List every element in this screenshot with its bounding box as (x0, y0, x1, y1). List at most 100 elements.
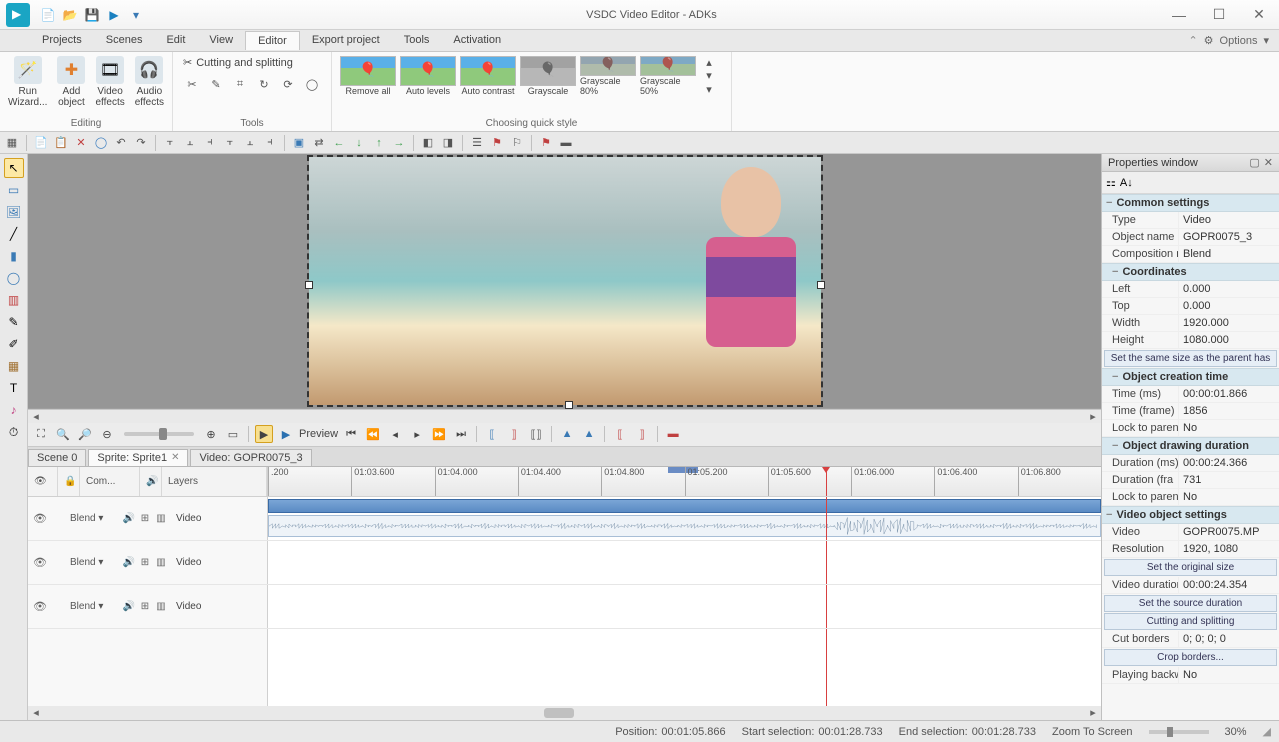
pb-stepfwd-icon[interactable]: ▸ (408, 425, 426, 443)
tb2-align-top-icon[interactable]: ⫟ (222, 135, 238, 151)
prop-btn-origsize[interactable]: Set the original size (1104, 559, 1277, 576)
prop-btn-cropb[interactable]: Crop borders... (1104, 649, 1277, 666)
lt-pen-icon[interactable]: ✐ (4, 334, 24, 354)
pb-out-icon[interactable]: ⟧ (633, 425, 651, 443)
tb2-circle-icon[interactable]: ◯ (93, 135, 109, 151)
track-layer-icon[interactable]: ▥ (154, 599, 168, 613)
pb-marker1-icon[interactable]: ⟦ (483, 425, 501, 443)
timeline-tab[interactable]: Sprite: Sprite1✕ (88, 449, 188, 466)
pb-zoomfit-icon[interactable]: ⛶ (32, 425, 50, 443)
tb2-align-center-icon[interactable]: ⫠ (182, 135, 198, 151)
menu-editor[interactable]: Editor (245, 31, 300, 50)
status-resize-grip-icon[interactable]: ◢ (1263, 725, 1271, 738)
track-visibility-icon[interactable]: 👁 (32, 512, 48, 525)
lt-chart-icon[interactable]: ▥ (4, 290, 24, 310)
timeline-playhead[interactable] (826, 467, 827, 496)
tool-rotate-icon[interactable]: ↻ (255, 75, 273, 93)
style-grayscale-80-[interactable]: Grayscale 80% (580, 56, 636, 96)
tb2-arrow-up-icon[interactable]: ↑ (371, 135, 387, 151)
menu-activation[interactable]: Activation (441, 31, 513, 50)
track-fx-icon[interactable]: ⊞ (138, 555, 152, 569)
tool-circle-icon[interactable]: ◯ (303, 75, 321, 93)
tb2-redo-icon[interactable]: ↷ (133, 135, 149, 151)
menu-projects[interactable]: Projects (30, 31, 94, 50)
pb-range-icon[interactable]: ⟦⟧ (527, 425, 545, 443)
pb-zoom-slider[interactable] (124, 432, 194, 436)
maximize-button[interactable]: ☐ (1199, 0, 1239, 30)
tb2-arrow-right-icon[interactable]: → (391, 135, 407, 151)
track-visibility-icon[interactable]: 👁 (32, 556, 48, 569)
lt-line-icon[interactable]: ╱ (4, 224, 24, 244)
add-object-button[interactable]: ✚ Add object (53, 54, 89, 110)
tool-cut-icon[interactable]: ✂ (183, 75, 201, 93)
prop-group-videoobj[interactable]: −Video object settings (1102, 506, 1279, 524)
tb2-color-icon[interactable]: ▬ (558, 135, 574, 151)
tb2-marker-icon[interactable]: ⚑ (489, 135, 505, 151)
style-remove-all[interactable]: Remove all (340, 56, 396, 96)
preview-area[interactable] (28, 154, 1101, 409)
track-lane[interactable] (268, 585, 1101, 628)
tb2-flag-icon[interactable]: ⚑ (538, 135, 554, 151)
track-fx-icon[interactable]: ⊞ (138, 511, 152, 525)
track-sound-icon[interactable]: 🔊 (122, 555, 136, 569)
prop-categorize-icon[interactable]: ⚏ (1106, 176, 1116, 189)
status-zoom-slider[interactable] (1149, 730, 1209, 734)
qat-new-icon[interactable]: 📄 (40, 7, 56, 23)
properties-body[interactable]: −Common settings TypeVideo Object nameGO… (1102, 194, 1279, 720)
pb-preview-mode-icon[interactable]: ▶ (255, 425, 273, 443)
pb-in-icon[interactable]: ⟦ (611, 425, 629, 443)
pb-zoomout-icon[interactable]: 🔎 (76, 425, 94, 443)
lt-color-icon[interactable]: ▦ (4, 356, 24, 376)
qat-play-icon[interactable]: ▶ (106, 7, 122, 23)
menu-tools[interactable]: Tools (392, 31, 442, 50)
cutting-splitting-button[interactable]: ✂ Cutting and splitting (177, 54, 299, 71)
minimize-button[interactable]: — (1159, 0, 1199, 30)
track-visibility-icon[interactable]: 👁 (32, 600, 48, 613)
lt-image-icon[interactable]: 🖼 (4, 202, 24, 222)
styles-scroll-up-icon[interactable]: ▴ (700, 56, 718, 69)
tl-sound-col[interactable]: 🔊 (140, 467, 162, 496)
audio-effects-button[interactable]: 🎧 Audio effects (131, 54, 168, 110)
track-blend-mode[interactable]: Blend ▾ (70, 557, 118, 568)
menu-view[interactable]: View (197, 31, 245, 50)
track-sound-icon[interactable]: 🔊 (122, 511, 136, 525)
lt-cursor-icon[interactable]: ↖ (4, 158, 24, 178)
run-wizard-button[interactable]: 🪄 Run Wizard... (4, 54, 51, 110)
prop-btn-cutsplit[interactable]: Cutting and splitting (1104, 613, 1277, 630)
preview-frame[interactable] (309, 157, 821, 405)
tb2-align-right-icon[interactable]: ⫞ (202, 135, 218, 151)
tb2-undo-icon[interactable]: ↶ (113, 135, 129, 151)
pb-fx2-icon[interactable]: ▲ (580, 425, 598, 443)
tool-rotate2-icon[interactable]: ⟳ (279, 75, 297, 93)
pb-zoomminus-icon[interactable]: ⊖ (98, 425, 116, 443)
tb2-align-bot-icon[interactable]: ⫞ (262, 135, 278, 151)
track-lane[interactable] (268, 497, 1101, 540)
options-label[interactable]: Options (1220, 35, 1258, 47)
lt-music-icon[interactable]: ♪ (4, 400, 24, 420)
prop-sort-icon[interactable]: A↓ (1120, 177, 1133, 189)
tb2-new-icon[interactable]: 📄 (33, 135, 49, 151)
pb-prev-icon[interactable]: ⏪ (364, 425, 382, 443)
pb-fx1-icon[interactable]: ▲ (558, 425, 576, 443)
pb-last-icon[interactable]: ⏭ (452, 425, 470, 443)
tool-pen-icon[interactable]: ✎ (207, 75, 225, 93)
options-gear-icon[interactable]: ⚙ (1204, 34, 1214, 47)
track-layer-icon[interactable]: ▥ (154, 511, 168, 525)
style-grayscale[interactable]: Grayscale (520, 56, 576, 96)
pb-stepback-icon[interactable]: ◂ (386, 425, 404, 443)
menu-scenes[interactable]: Scenes (94, 31, 155, 50)
preview-hscroll[interactable]: ◂ ▸ (28, 409, 1101, 423)
pb-next-icon[interactable]: ⏩ (430, 425, 448, 443)
track-lane[interactable] (268, 541, 1101, 584)
tb2-grid-icon[interactable]: ▦ (4, 135, 20, 151)
properties-close-icon[interactable]: ✕ (1264, 156, 1273, 169)
tb2-delete-icon[interactable]: ✕ (73, 135, 89, 151)
style-grayscale-50-[interactable]: Grayscale 50% (640, 56, 696, 96)
timeline-tab[interactable]: Video: GOPR0075_3 (190, 449, 311, 466)
lt-ellipse-icon[interactable]: ◯ (4, 268, 24, 288)
lt-shape-icon[interactable]: ▮ (4, 246, 24, 266)
style-auto-levels[interactable]: Auto levels (400, 56, 456, 96)
tl-eye-col[interactable]: 👁 (28, 467, 58, 496)
tl-layers-col[interactable]: Layers (162, 467, 267, 496)
pb-fit-icon[interactable]: ▭ (224, 425, 242, 443)
